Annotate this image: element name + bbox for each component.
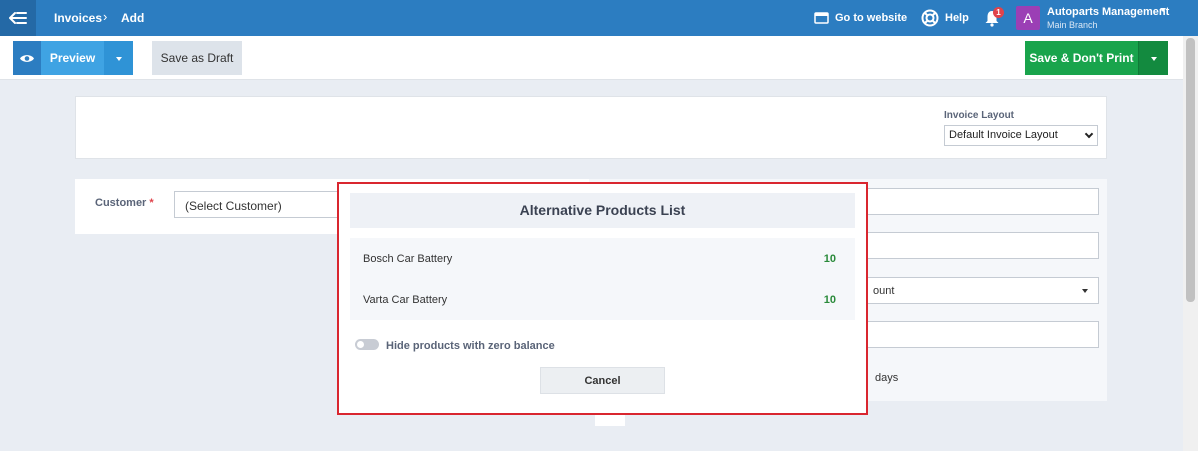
invoice-layout-select[interactable]: Default Invoice Layout <box>944 125 1098 146</box>
hide-zero-balance-label[interactable]: Hide products with zero balance <box>386 340 555 352</box>
invoice-date-field[interactable] <box>860 232 1099 259</box>
save-dont-print-button[interactable]: Save & Don't Print <box>1025 41 1138 75</box>
go-to-website-label: Go to website <box>835 12 908 24</box>
breadcrumb-chevron-icon: › <box>103 9 108 24</box>
avatar[interactable]: A <box>1016 6 1040 30</box>
product-name[interactable]: Varta Car Battery <box>363 294 447 306</box>
product-quantity: 10 <box>823 294 836 306</box>
hide-zero-balance-toggle[interactable] <box>355 339 379 350</box>
product-quantity: 10 <box>823 253 836 265</box>
modal-title: Alternative Products List <box>350 193 855 228</box>
chevron-down-icon <box>115 57 122 61</box>
sidebar-toggle-button[interactable] <box>0 0 36 36</box>
alternative-products-list <box>350 238 855 320</box>
account-name[interactable]: Autoparts Management <box>1047 6 1169 18</box>
cancel-button[interactable]: Cancel <box>540 367 665 394</box>
product-name[interactable]: Bosch Car Battery <box>363 253 452 265</box>
account-branch: Main Branch <box>1047 20 1098 30</box>
breadcrumb-add: Add <box>121 11 145 25</box>
scrollbar-thumb[interactable] <box>1186 38 1195 302</box>
lifebuoy-icon <box>921 9 939 27</box>
account-menu-caret-icon[interactable] <box>1160 8 1166 12</box>
menu-back-icon <box>9 12 27 24</box>
preview-dropdown-button[interactable] <box>104 41 133 75</box>
payment-terms-days-label: days <box>875 372 899 384</box>
go-to-website-link[interactable]: Go to website <box>814 0 907 36</box>
eye-icon <box>20 54 34 62</box>
chevron-down-icon <box>1082 289 1088 293</box>
preview-eye-button[interactable] <box>13 41 41 75</box>
invoice-number-field[interactable] <box>860 188 1099 215</box>
issue-date-field[interactable] <box>860 321 1099 348</box>
help-link[interactable]: Help <box>921 0 969 36</box>
notification-count-badge: 1 <box>993 7 1004 18</box>
sales-account-value: ount <box>873 285 895 297</box>
invoice-layout-value: Default Invoice Layout <box>949 129 1058 141</box>
save-as-draft-button[interactable]: Save as Draft <box>152 41 242 75</box>
sales-account-select[interactable]: ount <box>860 277 1099 304</box>
chevron-down-icon <box>1084 129 1094 139</box>
chevron-down-icon <box>1150 57 1157 61</box>
breadcrumb-invoices[interactable]: Invoices <box>54 11 102 25</box>
help-label: Help <box>945 12 969 24</box>
website-icon <box>814 12 829 24</box>
notifications-button[interactable] <box>984 0 1000 36</box>
preview-button[interactable]: Preview <box>41 41 104 75</box>
customer-label: Customer * <box>95 197 154 209</box>
save-dropdown-button[interactable] <box>1138 41 1168 75</box>
toggle-knob <box>357 341 364 348</box>
invoice-layout-label: Invoice Layout <box>944 110 1015 121</box>
